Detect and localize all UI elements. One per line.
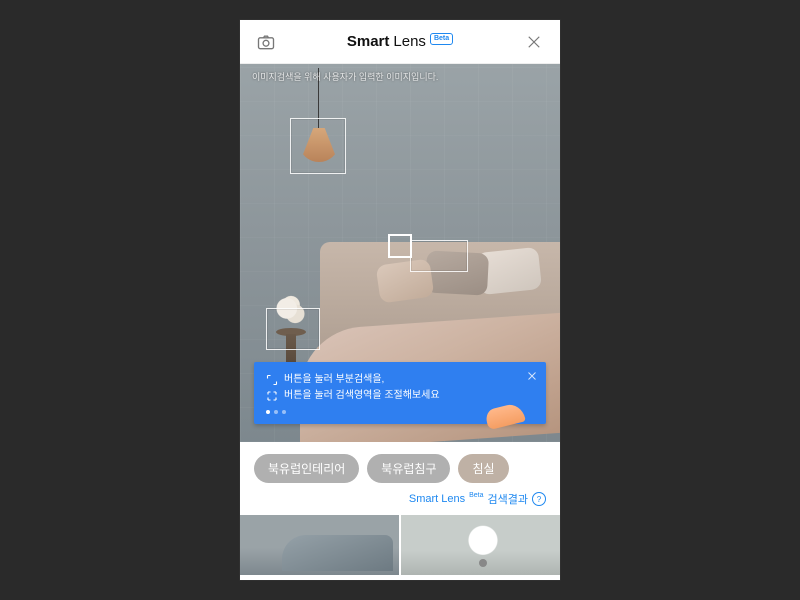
result-thumb-2[interactable] [401, 515, 560, 575]
beta-badge: Beta [430, 33, 453, 45]
detect-box-table[interactable] [266, 308, 320, 350]
camera-icon[interactable] [254, 30, 278, 54]
title-part-2: Lens [393, 33, 426, 50]
detect-box-pillow[interactable] [410, 240, 468, 272]
results-thumbnails [240, 515, 560, 575]
chip-2[interactable]: 북유럽침구 [367, 454, 450, 483]
results-header: Smart Lens Beta 검색결과 ? [240, 491, 560, 515]
detect-box-lamp[interactable] [290, 118, 346, 174]
tip-toast: 버튼을 눌러 부분검색을, 버튼을 눌러 검색영역을 조절해보세요 [254, 362, 546, 424]
tip-close-icon[interactable] [526, 370, 538, 388]
tip-line-1: 버튼을 눌러 부분검색을, [284, 372, 384, 388]
image-caption: 이미지검색을 위해 사용자가 입력한 이미지입니다. [252, 70, 548, 83]
chip-1[interactable]: 북유럽인테리어 [254, 454, 359, 483]
app-title: SmartLens Beta [347, 33, 453, 50]
detect-box-focus[interactable] [388, 234, 412, 258]
crop-icon [266, 374, 278, 386]
tip-line-2: 버튼을 눌러 검색영역을 조절해보세요 [284, 388, 440, 404]
suggestion-chips: 북유럽인테리어 북유럽침구 침실 [240, 442, 560, 491]
expand-icon [266, 390, 278, 402]
result-thumb-1[interactable] [240, 515, 399, 575]
close-icon[interactable] [522, 30, 546, 54]
results-brand: Smart Lens [409, 493, 465, 505]
app-header: SmartLens Beta [240, 20, 560, 64]
results-label: 검색결과 [488, 491, 528, 507]
results-sup: Beta [469, 492, 483, 499]
app-frame: SmartLens Beta 이미지검색을 위해 사용자가 입력한 이미지입니다… [240, 20, 560, 580]
help-icon[interactable]: ? [532, 492, 546, 506]
title-part-1: Smart [347, 33, 390, 50]
chip-3[interactable]: 침실 [458, 454, 508, 483]
search-image-area[interactable]: 이미지검색을 위해 사용자가 입력한 이미지입니다. 버튼을 눌러 부분검색을, [240, 64, 560, 442]
tip-pager [266, 410, 516, 414]
